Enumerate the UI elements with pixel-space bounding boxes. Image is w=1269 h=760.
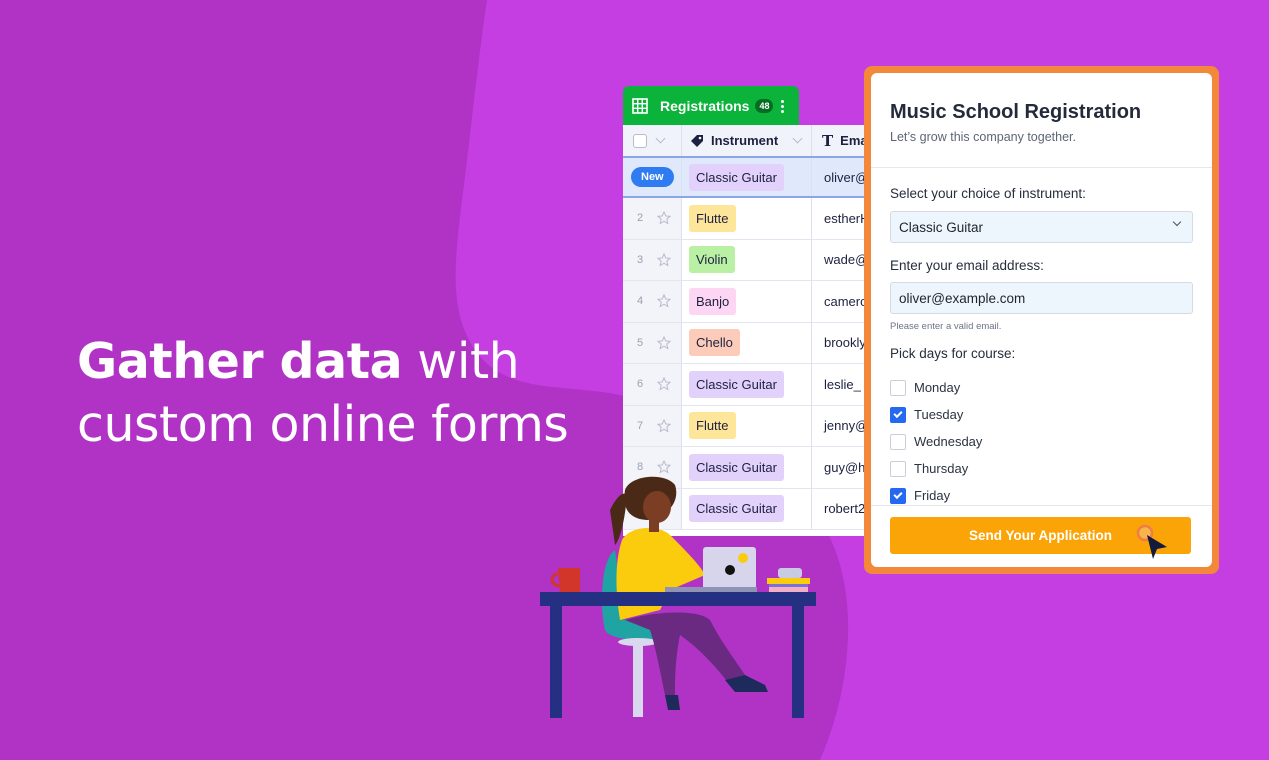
chevron-down-icon (1172, 217, 1182, 227)
day-option-thursday[interactable]: Thursday (890, 455, 1193, 482)
form-subtitle: Let’s grow this company together. (890, 130, 1076, 144)
table-row[interactable]: 7 Flutte jenny@ (623, 405, 883, 447)
email-cell: oliver@ (824, 169, 869, 185)
checkbox[interactable] (890, 379, 906, 396)
record-count-badge: 48 (755, 99, 774, 113)
chevron-down-icon[interactable] (655, 133, 666, 144)
table-row[interactable]: New Classic Guitar oliver@ (623, 158, 883, 198)
instrument-chip: Banjo (689, 287, 737, 315)
email-field-value: oliver@example.com (899, 290, 1026, 306)
email-cell: guy@h (824, 459, 866, 475)
table-row[interactable]: 5 Chello brookly (623, 322, 883, 364)
table-row[interactable]: 4 Banjo camero (623, 281, 883, 323)
instrument-select-value: Classic Guitar (899, 219, 984, 235)
star-icon[interactable] (657, 377, 672, 391)
instrument-select[interactable]: Classic Guitar (890, 211, 1193, 243)
row-number: 4 (637, 295, 644, 308)
person-at-desk-illustration (540, 476, 816, 718)
instrument-chip: Chello (689, 329, 740, 357)
mouse-cursor-icon (1136, 524, 1167, 559)
email-cell: brookly (824, 335, 866, 351)
instrument-chip: Flutte (689, 204, 736, 232)
row-number: 3 (637, 253, 644, 266)
day-label: Wednesday (914, 434, 983, 449)
table-title: Registrations (660, 98, 750, 114)
star-icon[interactable] (657, 294, 672, 308)
instrument-chip: Violin (689, 246, 735, 274)
instrument-label: Select your choice of instrument: (890, 186, 1086, 201)
email-cell: estherH (824, 210, 870, 226)
new-record-badge[interactable]: New (631, 167, 674, 187)
instrument-chip: Classic Guitar (689, 370, 784, 398)
table-row[interactable]: 2 Flutte estherH (623, 198, 883, 240)
email-cell: wade@ (824, 252, 869, 268)
email-field[interactable]: oliver@example.com (890, 282, 1193, 314)
email-hint: Please enter a valid email. (890, 321, 1002, 332)
chevron-down-icon[interactable] (792, 133, 803, 144)
headline-bold: Gather data (77, 333, 403, 390)
instrument-chip: Flutte (689, 412, 736, 440)
headline: Gather data with custom online forms (77, 330, 569, 456)
more-options-icon[interactable] (781, 99, 785, 113)
row-number: 7 (637, 419, 644, 432)
row-number: 6 (637, 378, 644, 391)
checkbox[interactable] (890, 406, 906, 423)
table-header: Instrument T Ema (623, 125, 883, 158)
registration-form: Music School Registration Let’s grow thi… (864, 66, 1219, 574)
day-option-tuesday[interactable]: Tuesday (890, 401, 1193, 428)
tag-icon (691, 134, 703, 147)
instrument-chip: Classic Guitar (689, 163, 784, 191)
email-cell: leslie_ (824, 376, 861, 392)
row-number: 5 (637, 336, 644, 349)
checkbox[interactable] (890, 433, 906, 450)
select-all-checkbox[interactable] (633, 133, 647, 148)
star-icon[interactable] (657, 252, 672, 267)
day-label: Tuesday (914, 407, 964, 422)
star-icon[interactable] (657, 335, 672, 350)
column-label: Instrument (711, 133, 779, 148)
star-icon[interactable] (657, 418, 672, 433)
day-option-wednesday[interactable]: Wednesday (890, 428, 1193, 455)
grid-icon (632, 98, 648, 114)
day-label: Monday (914, 380, 961, 395)
table-row[interactable]: 6 Classic Guitar leslie_ (623, 364, 883, 406)
table-row[interactable]: 3 Violin wade@ (623, 239, 883, 281)
days-label: Pick days for course: (890, 346, 1016, 361)
email-cell: robert2 (824, 501, 866, 517)
day-option-monday[interactable]: Monday (890, 374, 1193, 401)
checkbox[interactable] (890, 487, 906, 504)
registrations-table: Registrations 48 Instrument T Ema New Cl… (623, 86, 883, 536)
day-label: Friday (914, 488, 951, 503)
form-title: Music School Registration (890, 101, 1142, 123)
headline-line2: custom online forms (77, 396, 569, 453)
email-cell: jenny@ (824, 418, 869, 434)
email-cell: camero (824, 293, 868, 309)
text-type-icon: T (822, 131, 834, 150)
star-icon[interactable] (657, 211, 672, 225)
checkbox[interactable] (890, 460, 906, 477)
table-tab[interactable]: Registrations 48 (623, 86, 799, 126)
column-header-instrument[interactable]: Instrument (682, 125, 812, 156)
email-label: Enter your email address: (890, 258, 1044, 273)
headline-rest: with (402, 333, 520, 390)
day-label: Thursday (914, 461, 969, 476)
days-checkbox-group: Monday Tuesday Wednesday Thursday Friday (890, 374, 1193, 509)
row-number: 2 (637, 212, 644, 225)
